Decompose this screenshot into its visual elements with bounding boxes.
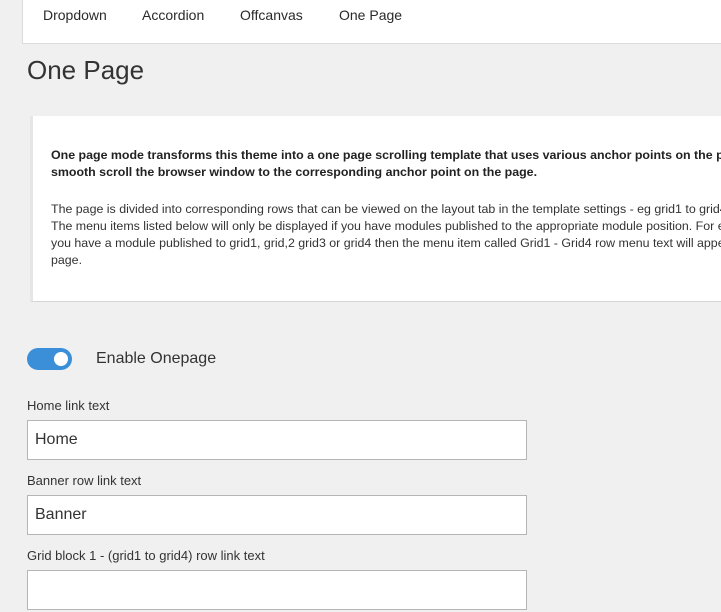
tab-one-page[interactable]: One Page bbox=[339, 7, 402, 23]
tab-accordion[interactable]: Accordion bbox=[142, 7, 204, 23]
page-title: One Page bbox=[27, 55, 145, 85]
info-line: The page is divided into corresponding r… bbox=[51, 202, 721, 216]
tab-offcanvas[interactable]: Offcanvas bbox=[240, 7, 303, 23]
tab-dropdown[interactable]: Dropdown bbox=[43, 7, 107, 23]
grid-block-1-link-input[interactable] bbox=[27, 570, 527, 610]
info-line: The menu items listed below will only be… bbox=[51, 219, 721, 233]
info-intro-text: One page mode transforms this theme into… bbox=[51, 148, 721, 179]
grid-block-1-link-label: Grid block 1 - (grid1 to grid4) row link… bbox=[27, 548, 265, 563]
template-tabs: Dropdown Accordion Offcanvas One Page bbox=[22, 0, 721, 44]
home-link-input[interactable] bbox=[27, 420, 527, 460]
info-line: page. bbox=[51, 253, 83, 267]
info-panel: One page mode transforms this theme into… bbox=[30, 116, 721, 302]
toggle-knob bbox=[54, 352, 68, 366]
home-link-label: Home link text bbox=[27, 398, 110, 413]
banner-link-input[interactable] bbox=[27, 495, 527, 535]
info-line: you have a module published to grid1, gr… bbox=[51, 236, 721, 250]
enable-onepage-label: Enable Onepage bbox=[96, 350, 217, 367]
enable-onepage-toggle[interactable] bbox=[27, 348, 72, 370]
banner-link-label: Banner row link text bbox=[27, 473, 142, 488]
